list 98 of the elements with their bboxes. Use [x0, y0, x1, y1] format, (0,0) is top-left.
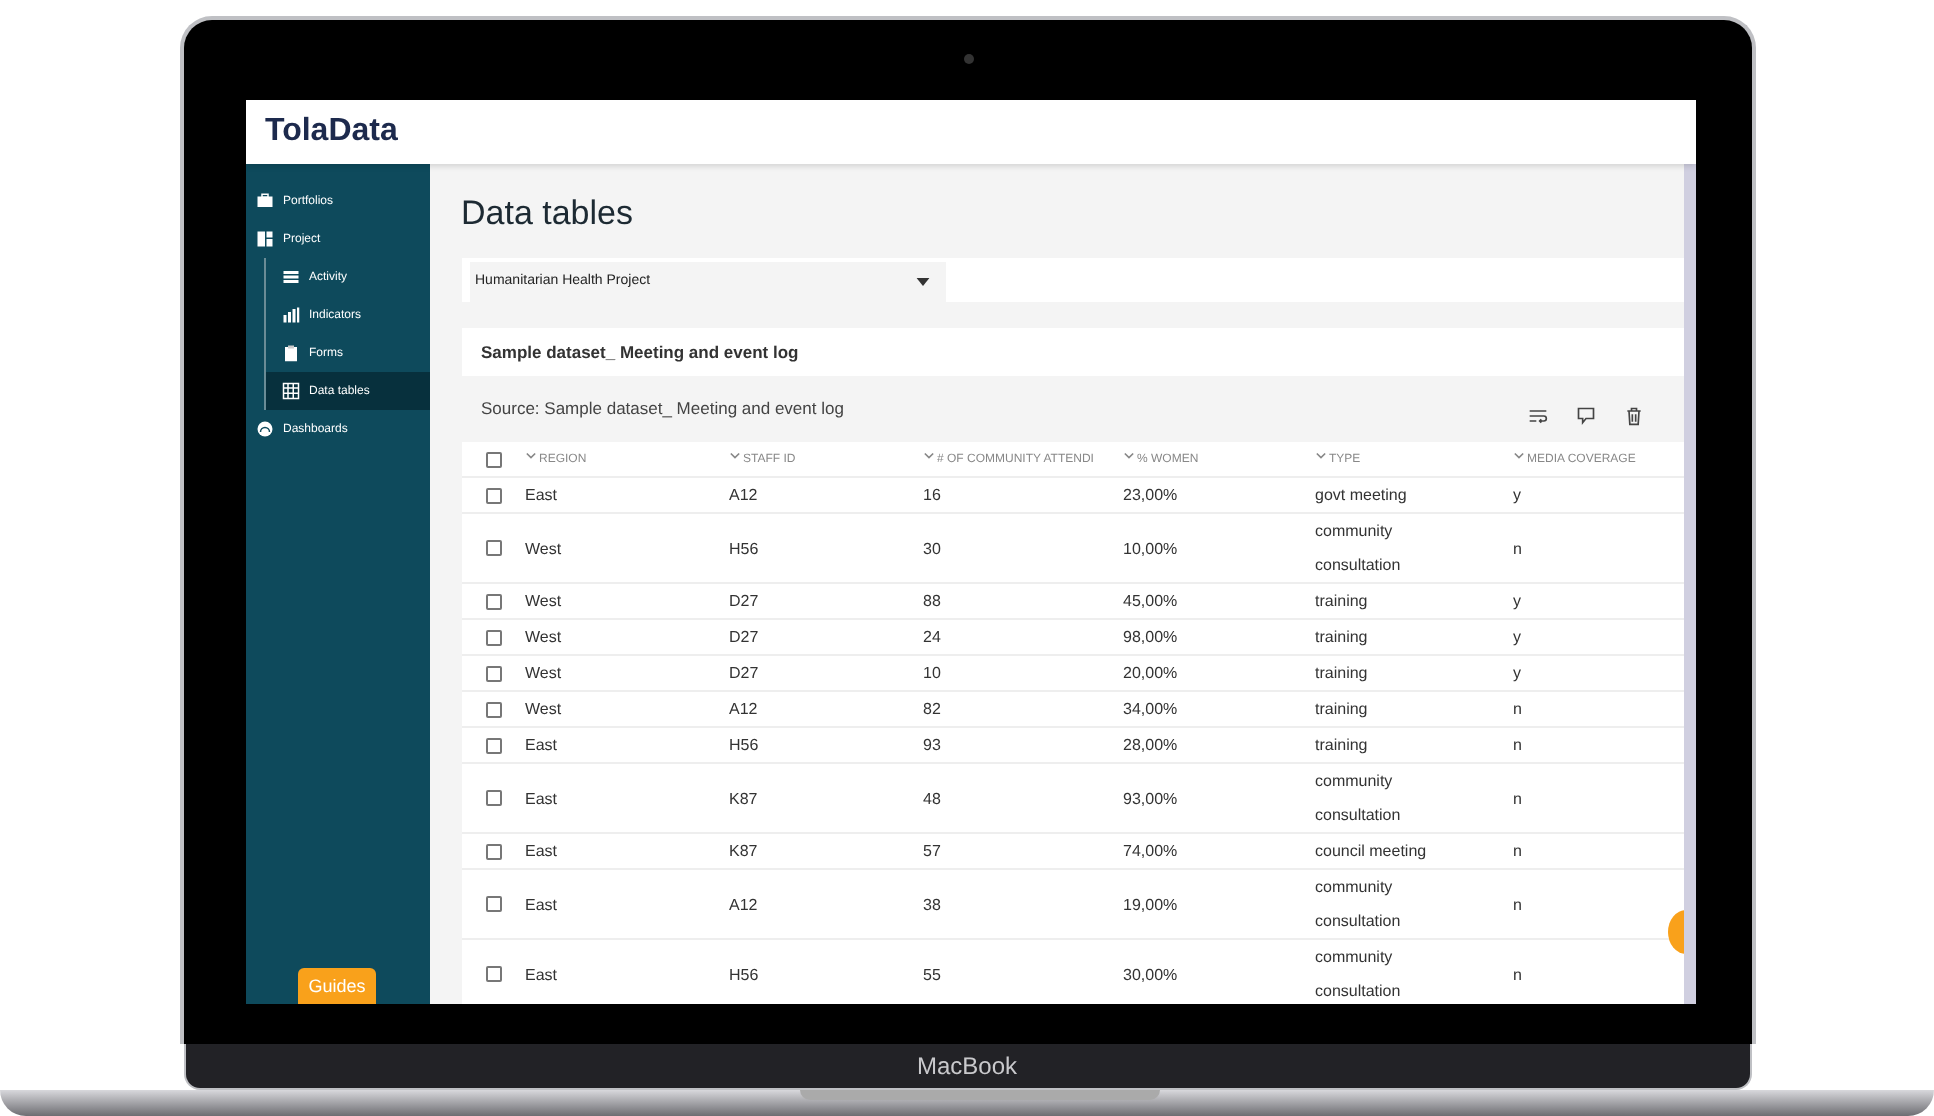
trash-icon[interactable]: [1623, 406, 1643, 426]
table-cell: 57: [923, 842, 941, 860]
table-cell-text: govt meeting: [1315, 484, 1407, 508]
table-cell: 24: [923, 628, 941, 646]
table-cell: n: [1513, 842, 1522, 860]
table-cell: n: [1513, 895, 1522, 913]
table-cell: East: [525, 736, 558, 754]
table-cell: West: [525, 700, 562, 718]
table-cell: 38: [923, 895, 941, 913]
sort-icon[interactable]: [923, 452, 933, 460]
table-cell: West: [525, 628, 562, 646]
layout-icon: [255, 230, 273, 248]
device-label: MacBook: [916, 1052, 1018, 1080]
table-cell: y: [1513, 664, 1521, 682]
table-cell: y: [1513, 592, 1521, 610]
table-cell-text: training: [1315, 662, 1368, 686]
table-cell: East: [525, 789, 558, 807]
table-cell: 93,00%: [1123, 789, 1178, 807]
table-cell: 23,00%: [1123, 486, 1178, 504]
table-icon: [281, 382, 299, 400]
camera-icon: [963, 54, 973, 64]
briefcase-icon: [255, 192, 273, 210]
row-checkbox[interactable]: [485, 665, 501, 681]
table-cell: y: [1513, 486, 1521, 504]
table-cell: K87: [729, 789, 758, 807]
table-cell: K87: [729, 842, 758, 860]
table-cell: 93: [923, 736, 941, 754]
table-cell: H56: [729, 539, 759, 557]
table-cell-text: training: [1315, 626, 1368, 650]
wrap-text-icon[interactable]: [1527, 406, 1547, 426]
table-cell: 34,00%: [1123, 700, 1178, 718]
sort-icon[interactable]: [729, 452, 739, 460]
row-checkbox[interactable]: [485, 540, 501, 556]
table-cell-text: council meeting: [1315, 840, 1427, 864]
row-checkbox[interactable]: [485, 737, 501, 753]
table-cell: D27: [729, 664, 759, 682]
table-cell: A12: [729, 486, 758, 504]
table-cell: West: [525, 664, 562, 682]
table-cell-text: training: [1315, 734, 1368, 758]
app-logo: TolaData: [265, 114, 398, 150]
table-cell: 28,00%: [1123, 736, 1178, 754]
table-cell: 20,00%: [1123, 664, 1178, 682]
table-cell-text: training: [1315, 698, 1368, 722]
table-cell: H56: [729, 736, 759, 754]
table-cell: East: [525, 965, 558, 983]
row-checkbox[interactable]: [485, 701, 501, 717]
table-cell: A12: [729, 895, 758, 913]
table-cell: East: [525, 895, 558, 913]
table-cell: D27: [729, 592, 759, 610]
dataset-title: Sample dataset_ Meeting and event log: [481, 342, 799, 362]
table-cell: 55: [923, 965, 941, 983]
table-cell: n: [1513, 736, 1522, 754]
sort-icon[interactable]: [1315, 452, 1325, 460]
table-cell: 30,00%: [1123, 965, 1178, 983]
source-text: Source: Sample dataset_ Meeting and event log: [481, 398, 844, 418]
table-cell: n: [1513, 789, 1522, 807]
comment-icon[interactable]: [1575, 406, 1595, 426]
table-cell: 48: [923, 789, 941, 807]
select-all-checkbox[interactable]: [485, 451, 501, 467]
table-cell: 74,00%: [1123, 842, 1178, 860]
table-cell: 82: [923, 700, 941, 718]
table-cell: n: [1513, 700, 1522, 718]
table-cell: East: [525, 486, 558, 504]
table-cell-text: training: [1315, 590, 1368, 614]
table-cell: West: [525, 592, 562, 610]
table-cell: 45,00%: [1123, 592, 1178, 610]
table-cell: n: [1513, 965, 1522, 983]
table-cell: 88: [923, 592, 941, 610]
table-cell: 10: [923, 664, 941, 682]
table-cell: D27: [729, 628, 759, 646]
clipboard-icon: [281, 344, 299, 362]
row-checkbox[interactable]: [485, 790, 501, 806]
table-cell: 19,00%: [1123, 895, 1178, 913]
table-cell: 16: [923, 486, 941, 504]
caret-icon: [915, 277, 929, 285]
list-icon: [281, 268, 299, 286]
table-cell-text: community consultation: [1315, 946, 1403, 1004]
table-cell: A12: [729, 700, 758, 718]
row-checkbox[interactable]: [485, 966, 501, 982]
sort-icon[interactable]: [1513, 452, 1523, 460]
table-cell: 10,00%: [1123, 539, 1178, 557]
sort-icon[interactable]: [525, 452, 535, 460]
row-checkbox[interactable]: [485, 487, 501, 503]
sort-icon[interactable]: [1123, 452, 1133, 460]
bars-icon: [281, 306, 299, 324]
table-cell: East: [525, 842, 558, 860]
page-title: Data tables: [461, 194, 635, 234]
table-cell: n: [1513, 539, 1522, 557]
table-cell: West: [525, 539, 562, 557]
gauge-icon: [255, 420, 273, 438]
table-cell: y: [1513, 628, 1521, 646]
table-cell: 98,00%: [1123, 628, 1178, 646]
table-cell: H56: [729, 965, 759, 983]
row-checkbox[interactable]: [485, 843, 501, 859]
row-checkbox[interactable]: [485, 896, 501, 912]
row-checkbox[interactable]: [485, 629, 501, 645]
row-checkbox[interactable]: [485, 593, 501, 609]
table-cell: 30: [923, 539, 941, 557]
